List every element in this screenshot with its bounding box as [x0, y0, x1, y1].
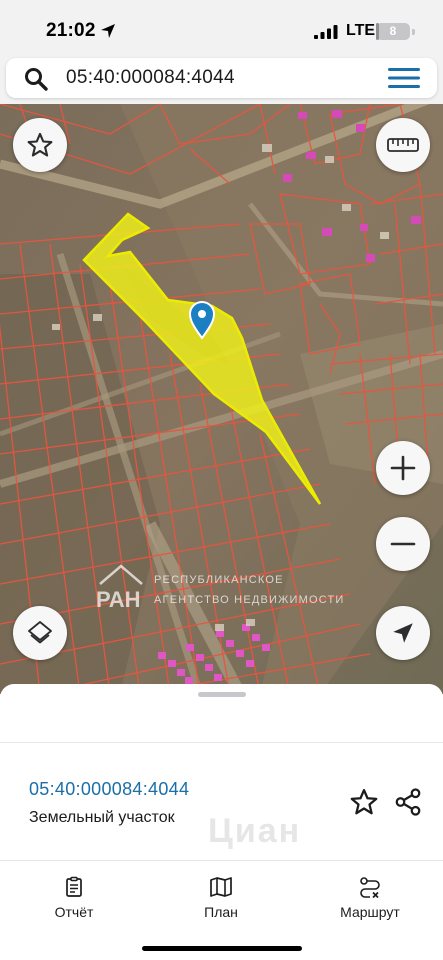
zoom-in-button[interactable]: [376, 441, 430, 495]
battery-icon: 8: [376, 23, 410, 40]
layers-icon: [28, 621, 52, 644]
tab-report[interactable]: Отчёт: [44, 876, 104, 920]
zoom-out-button[interactable]: [376, 517, 430, 571]
search-input[interactable]: 05:40:000084:4044: [66, 67, 235, 89]
status-bar: 21:02 LTE 8: [0, 0, 443, 58]
cian-watermark: Циан: [208, 812, 302, 850]
agency-logo-icon: РАН: [96, 564, 143, 612]
search-bar[interactable]: 05:40:000084:4044: [6, 58, 437, 98]
route-icon: [360, 877, 380, 898]
minus-icon: [390, 542, 416, 546]
tab-route-label: Маршрут: [340, 904, 400, 920]
tab-route[interactable]: Маршрут: [331, 876, 409, 920]
plus-icon: [390, 455, 416, 481]
home-indicator[interactable]: [142, 946, 302, 951]
search-icon[interactable]: [24, 67, 48, 91]
divider: [0, 860, 443, 861]
map-icon: [210, 877, 232, 897]
report-icon: [66, 876, 82, 897]
battery-cap: [412, 29, 415, 35]
agency-watermark: РАН РЕСПУБЛИКАНСКОЕ АГЕНТСТВО НЕДВИЖИМОС…: [92, 562, 372, 614]
network-type: LTE: [346, 22, 376, 39]
parcel-type: Земельный участок: [29, 809, 175, 826]
star-icon: [27, 132, 53, 157]
watermark-line-2: АГЕНТСТВО НЕДВИЖИМОСТИ: [154, 594, 345, 606]
tab-report-label: Отчёт: [54, 904, 94, 920]
parcel-bottom-sheet[interactable]: Циан 05:40:000084:4044 Земельный участок…: [0, 684, 443, 960]
svg-text:РАН: РАН: [96, 587, 141, 612]
layers-button[interactable]: [13, 606, 67, 660]
location-arrow-icon: [101, 24, 115, 38]
navigation-arrow-icon: [393, 623, 413, 643]
battery-percent: 8: [389, 24, 397, 38]
favorite-map-button[interactable]: [13, 118, 67, 172]
ruler-icon: [387, 138, 419, 152]
watermark-line-1: РЕСПУБЛИКАНСКОЕ: [154, 574, 284, 586]
ruler-button[interactable]: [376, 118, 430, 172]
share-icon[interactable]: [393, 787, 423, 817]
parcel-cadastral-number[interactable]: 05:40:000084:4044: [29, 779, 189, 800]
menu-icon[interactable]: [388, 67, 420, 89]
map-view[interactable]: РАН РЕСПУБЛИКАНСКОЕ АГЕНТСТВО НЕДВИЖИМОС…: [0, 104, 443, 694]
divider: [0, 742, 443, 743]
locate-me-button[interactable]: [376, 606, 430, 660]
status-time: 21:02: [46, 20, 96, 41]
star-outline-icon[interactable]: [349, 787, 379, 817]
cellular-signal-icon: [314, 25, 338, 39]
sheet-drag-handle[interactable]: [198, 692, 246, 697]
tab-plan-label: План: [204, 904, 238, 920]
tab-plan[interactable]: План: [190, 876, 252, 920]
